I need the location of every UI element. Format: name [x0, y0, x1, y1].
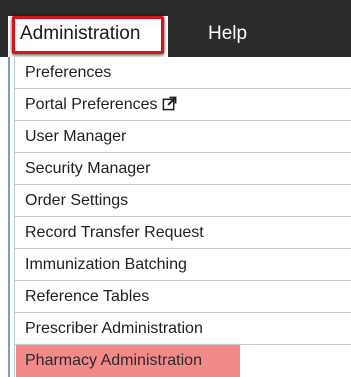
menu-item-preferences[interactable]: Preferences	[15, 57, 351, 89]
menu-item-order-settings[interactable]: Order Settings	[15, 185, 351, 217]
dropdown-left-border	[8, 57, 10, 377]
menu-item-immunization-batching[interactable]: Immunization Batching	[15, 249, 351, 281]
menu-bar: Administration Help	[0, 0, 351, 57]
menu-item-label: Reference Tables	[25, 288, 150, 305]
menu-item-label: Order Settings	[25, 192, 129, 209]
menu-item-label: Prescriber Administration	[25, 320, 203, 337]
menu-item-reference-tables[interactable]: Reference Tables	[15, 281, 351, 313]
menu-item-label: Portal Preferences	[25, 96, 158, 113]
menu-item-label: Preferences	[25, 64, 112, 81]
menu-item-record-transfer-request[interactable]: Record Transfer Request	[15, 217, 351, 249]
menu-item-pharmacy-administration[interactable]: Pharmacy Administration	[16, 345, 240, 377]
menu-item-prescriber-administration[interactable]: Prescriber Administration	[15, 313, 351, 345]
menu-help[interactable]: Help	[208, 23, 247, 45]
menu-item-user-manager[interactable]: User Manager	[15, 121, 351, 153]
external-link-icon	[162, 96, 176, 111]
menu-item-label-wrapper: Portal Preferences	[25, 95, 177, 114]
menu-item-label: Security Manager	[25, 160, 151, 177]
menu-item-security-manager[interactable]: Security Manager	[15, 153, 351, 185]
menu-item-label: Immunization Batching	[25, 256, 187, 273]
menu-item-portal-preferences[interactable]: Portal Preferences	[15, 89, 351, 121]
menu-administration[interactable]: Administration	[20, 23, 140, 45]
menu-item-label: Pharmacy Administration	[25, 352, 202, 369]
menu-item-label: User Manager	[25, 128, 127, 145]
menu-item-label: Record Transfer Request	[25, 224, 204, 241]
